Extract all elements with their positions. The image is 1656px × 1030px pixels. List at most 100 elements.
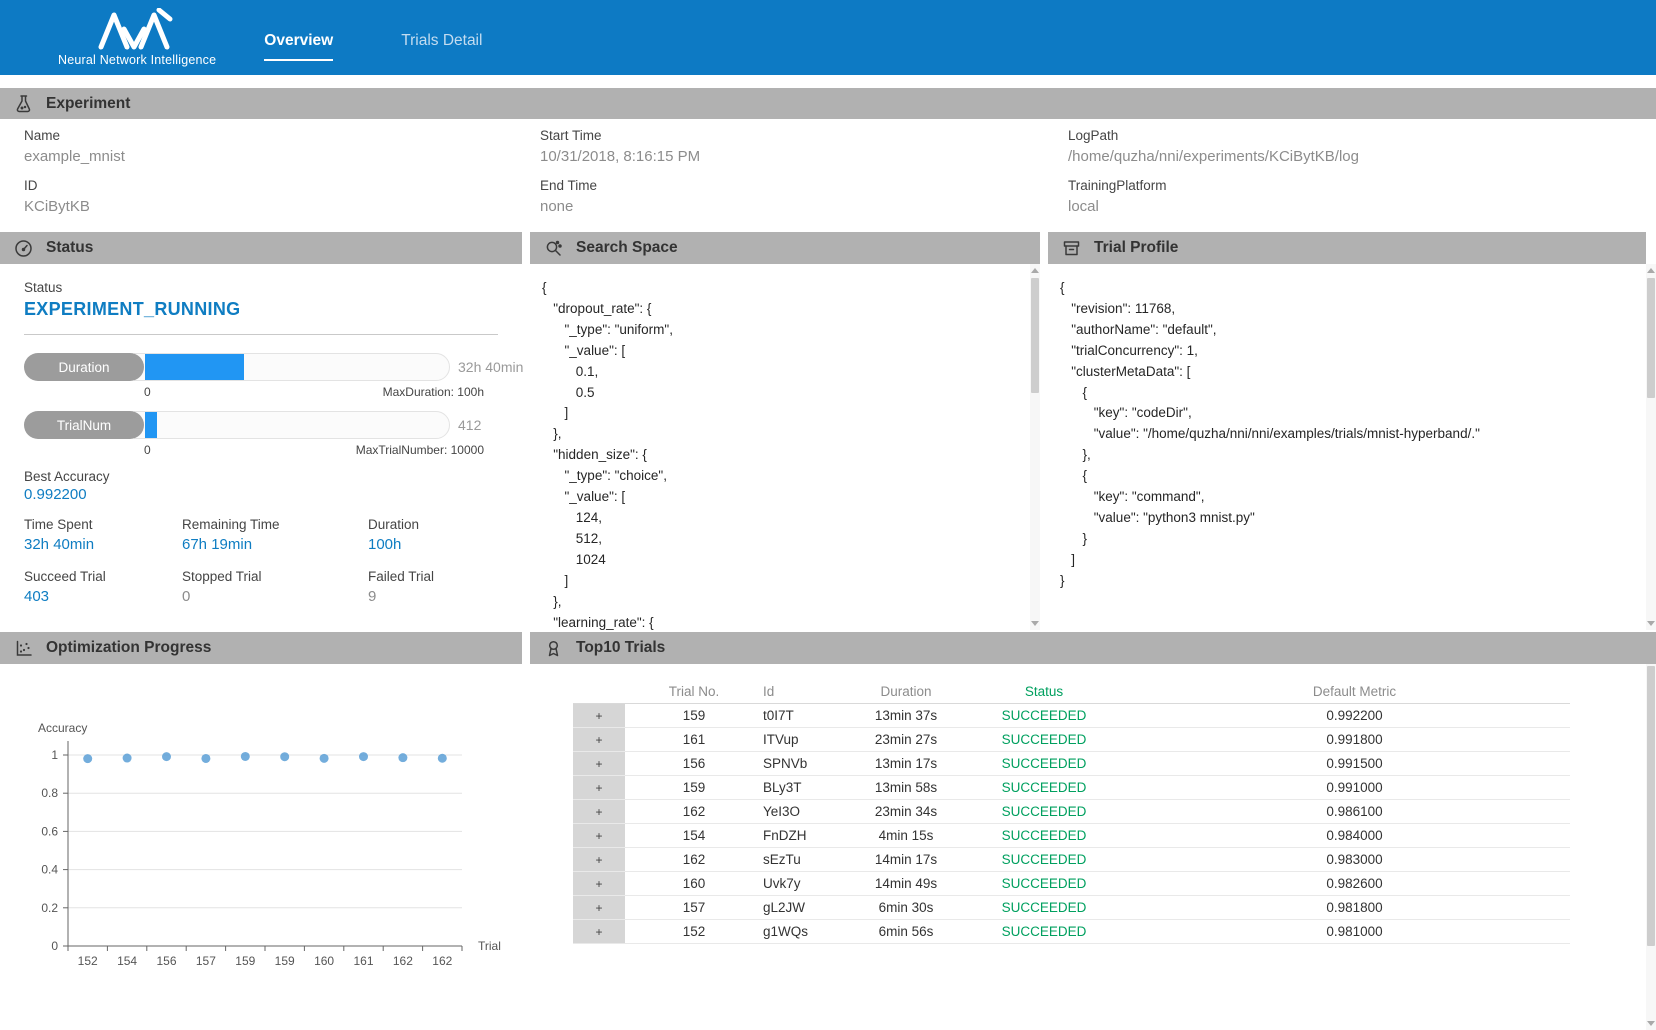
expand-row-button[interactable]: + [573,848,625,871]
top-trials-section-bar: Top10 Trials [530,632,1656,664]
stat-failed-trial: Failed Trial9 [368,569,498,605]
cell-duration: 13min 37s [863,708,949,723]
search-space-section-title: Search Space [576,239,678,257]
expand-row-button[interactable]: + [573,872,625,895]
scroll-thumb[interactable] [1647,666,1655,946]
cell-id: t0I7T [763,708,863,723]
column-header: Id [763,684,863,699]
cell-default-metric: 0.991500 [1139,756,1570,771]
column-header: Default Metric [1139,684,1570,699]
right-scrollbar-middle[interactable] [1646,264,1656,630]
column-header: Status [949,684,1139,699]
stat-remaining-time: Remaining Time67h 19min [182,517,368,553]
progress-label: TrialNum [24,411,144,439]
search-space-scrollbar[interactable] [1030,264,1040,630]
scatter-point[interactable] [162,752,171,761]
y-tick-label: 1 [51,748,58,762]
tab-overview[interactable]: Overview [264,32,333,61]
app-header: Neural Network Intelligence OverviewTria… [0,0,1656,75]
stat-succeed-trial: Succeed Trial403 [24,569,182,605]
stat-label: Stopped Trial [182,569,368,584]
cell-default-metric: 0.981000 [1139,924,1570,939]
gauge-icon [14,239,33,258]
y-tick-label: 0 [51,939,58,953]
cell-status: SUCCEEDED [949,876,1139,891]
cell-id: SPNVb [763,756,863,771]
scroll-up-icon[interactable] [1647,268,1655,273]
optimization-panel: Optimization Progress Accuracy00.20.40.6… [0,632,522,1030]
stat-label: Remaining Time [182,517,368,532]
stat-label: Time Spent [24,517,182,532]
field-value: local [1068,198,1359,215]
scatter-point[interactable] [438,754,447,763]
scatter-point[interactable] [83,754,92,763]
status-label: Status [24,280,498,295]
expand-row-button[interactable]: + [573,824,625,847]
x-tick-label: 159 [275,954,295,968]
expand-row-button[interactable]: + [573,752,625,775]
scroll-thumb[interactable] [1031,278,1039,393]
cell-trial-no: 161 [625,732,763,747]
x-tick-label: 154 [117,954,137,968]
progress-value: 412 [458,411,481,439]
expand-row-button[interactable]: + [573,704,625,727]
cell-status: SUCCEEDED [949,756,1139,771]
stat-label: Failed Trial [368,569,498,584]
flask-icon [14,94,33,113]
nav-tabs: Overview Trials Detail [264,15,482,61]
cell-default-metric: 0.983000 [1139,852,1570,867]
cell-trial-no: 154 [625,828,763,843]
scatter-point[interactable] [398,753,407,762]
expand-row-button[interactable]: + [573,776,625,799]
x-tick-label: 160 [314,954,334,968]
scroll-up-icon[interactable] [1031,268,1039,273]
experiment-column: LogPath/home/quzha/nni/experiments/KCiBy… [1068,128,1359,228]
expand-row-button[interactable]: + [573,728,625,751]
scatter-point[interactable] [359,752,368,761]
divider [24,334,498,335]
cell-duration: 13min 58s [863,780,949,795]
cell-id: Uvk7y [763,876,863,891]
x-tick-label: 159 [235,954,255,968]
expand-row-button[interactable]: + [573,896,625,919]
scatter-point[interactable] [201,754,210,763]
scatter-point[interactable] [320,754,329,763]
scatter-point[interactable] [280,752,289,761]
y-tick-label: 0.6 [41,824,58,838]
progress-track [134,411,450,439]
scatter-point[interactable] [241,752,250,761]
trial-profile-panel: Trial Profile { "revision": 11768, "auth… [1048,232,1646,630]
field-label: TrainingPlatform [1068,178,1359,193]
cell-duration: 14min 17s [863,852,949,867]
status-section-bar: Status [0,232,522,264]
x-tick-label: 162 [432,954,452,968]
scatter-point[interactable] [123,754,132,763]
cell-default-metric: 0.984000 [1139,828,1570,843]
stat-value: 100h [368,536,498,553]
trial-profile-section-bar: Trial Profile [1048,232,1646,264]
scroll-down-icon[interactable] [1031,621,1039,626]
top-trials-section-title: Top10 Trials [576,639,665,657]
stat-duration: Duration100h [368,517,498,553]
right-scrollbar-bottom[interactable] [1646,664,1656,1030]
cell-id: FnDZH [763,828,863,843]
expand-row-button[interactable]: + [573,920,625,943]
field-value: none [540,198,700,215]
cell-status: SUCCEEDED [949,852,1139,867]
field-label: LogPath [1068,128,1359,143]
scroll-thumb[interactable] [1647,278,1655,398]
field-label: Start Time [540,128,700,143]
scroll-down-icon[interactable] [1647,1021,1655,1026]
progress-label: Duration [24,353,144,381]
search-space-json: { "dropout_rate": { "_type": "uniform", … [530,264,1040,633]
tab-trials-detail[interactable]: Trials Detail [401,32,482,61]
cell-status: SUCCEEDED [949,924,1139,939]
cell-id: ITVup [763,732,863,747]
field-label: Name [24,128,125,143]
field-value: KCiBytKB [24,198,125,215]
cell-duration: 4min 15s [863,828,949,843]
scroll-down-icon[interactable] [1647,621,1655,626]
nni-logo-icon [96,8,178,50]
y-tick-label: 0.2 [41,901,58,915]
expand-row-button[interactable]: + [573,800,625,823]
